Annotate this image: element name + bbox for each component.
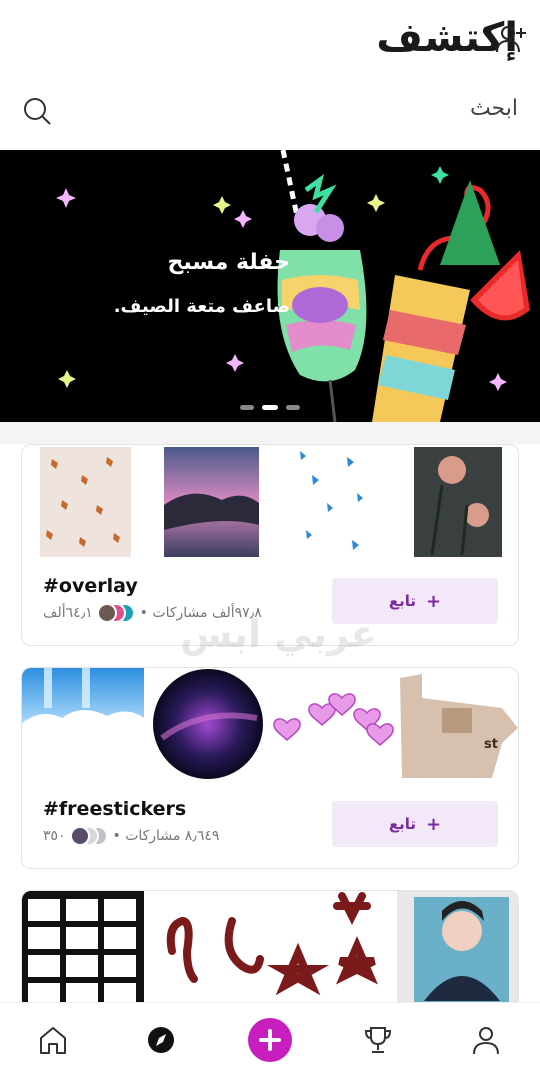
search-bar[interactable]: ابحث (0, 82, 540, 140)
avatar (70, 826, 91, 846)
bottom-nav (0, 1002, 540, 1077)
add-user-icon[interactable] (494, 22, 528, 56)
plus-icon: + (426, 813, 442, 835)
follower-count: ٦٤٫١ألف (43, 605, 93, 621)
search-icon[interactable] (22, 96, 52, 126)
plus-icon (259, 1029, 281, 1051)
follow-label: تابع (388, 592, 417, 610)
share-count: ٨٫٦٤٩ مشاركات (125, 828, 220, 844)
hashtag-title[interactable]: #freestickers (43, 798, 186, 820)
separator-dot: • (108, 828, 121, 844)
plus-icon: + (426, 590, 442, 612)
banner-title: حفلة مسبح (167, 250, 290, 275)
separator-dot: • (135, 605, 148, 621)
top-bar: إكتشف (0, 0, 540, 78)
follower-avatars (97, 603, 136, 623)
search-input[interactable]: ابحث (470, 96, 518, 121)
carousel-dot (240, 405, 254, 410)
watermark-logo: عربي ابس (180, 612, 377, 656)
hashtag-card[interactable] (21, 890, 519, 1010)
hashtag-thumbnails[interactable]: st (22, 668, 519, 780)
hashtag-stats: ٨٫٦٤٩ مشاركات • ٣٥٠ (43, 826, 219, 846)
hashtag-card[interactable]: st #freestickers ٨٫٦٤٩ مشاركات • ٣٥٠ تاب… (21, 667, 519, 869)
carousel-dot (286, 405, 300, 410)
trophy-icon[interactable] (361, 1023, 395, 1057)
hashtag-title[interactable]: #overlay (43, 575, 138, 597)
section-divider (0, 422, 540, 444)
banner-subtitle: ضاعف متعة الصيف. (113, 296, 290, 317)
home-icon[interactable] (36, 1023, 70, 1057)
svg-text:st: st (484, 737, 498, 752)
create-button[interactable] (248, 1018, 292, 1062)
profile-icon[interactable] (469, 1023, 503, 1057)
carousel-indicator (240, 405, 302, 413)
hashtag-thumbnails[interactable] (22, 445, 519, 557)
follow-label: تابع (388, 815, 417, 833)
follow-button[interactable]: تابع + (332, 801, 498, 847)
banner-artwork (56, 150, 530, 422)
carousel-dot-active (262, 405, 278, 410)
follower-count: ٣٥٠ (43, 828, 66, 844)
follower-avatars (70, 826, 109, 846)
hashtag-thumbnails[interactable] (22, 891, 519, 1010)
explore-icon[interactable] (144, 1023, 178, 1057)
promo-banner[interactable]: حفلة مسبح ضاعف متعة الصيف. (0, 150, 540, 422)
